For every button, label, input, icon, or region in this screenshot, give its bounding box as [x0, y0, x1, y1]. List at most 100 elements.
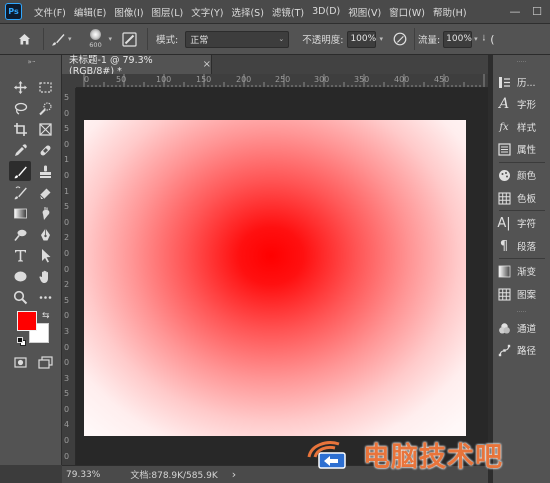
- smoothing-icon[interactable]: (: [490, 33, 494, 46]
- paths-icon: [497, 343, 511, 357]
- ruler-h-label: 350: [354, 75, 370, 84]
- document-tab[interactable]: 未标题-1 @ 79.3%(RGB/8#) * ×: [62, 55, 212, 77]
- ruler-v-digit: 3: [64, 326, 70, 336]
- crop-tool-icon[interactable]: [9, 119, 31, 139]
- panel-character[interactable]: A| 字符: [493, 212, 550, 234]
- panel-swatches[interactable]: 色板: [493, 187, 550, 209]
- move-tool-icon[interactable]: [9, 77, 31, 97]
- pen-tool-icon[interactable]: [34, 224, 56, 244]
- ruler-origin[interactable]: [62, 74, 76, 88]
- flow-dropdown-icon[interactable]: ▾: [474, 35, 478, 43]
- menu-filter[interactable]: 滤镜(T): [268, 5, 308, 19]
- panel-dock-grip[interactable]: ·····: [493, 59, 550, 66]
- menu-view[interactable]: 视图(V): [344, 5, 385, 19]
- dodge-tool-icon[interactable]: [9, 224, 31, 244]
- quick-selection-tool-icon[interactable]: [34, 98, 56, 118]
- watermark: 电脑技术吧: [305, 432, 550, 477]
- opacity-dropdown-icon[interactable]: ▾: [379, 35, 383, 43]
- menu-select[interactable]: 选择(S): [227, 5, 267, 19]
- opacity-input[interactable]: 100%: [347, 30, 377, 48]
- panel-divider: [499, 162, 545, 163]
- document-size-info[interactable]: 文档:878.9K/585.9K: [130, 468, 217, 481]
- ruler-v-digit: 0: [64, 342, 70, 352]
- panel-patterns[interactable]: 图案: [493, 283, 550, 305]
- horizontal-ruler[interactable]: 0 50 100 150 200 250 300 350 400 450: [76, 74, 488, 88]
- menu-type[interactable]: 文字(Y): [187, 5, 227, 19]
- panel-history[interactable]: 历...: [493, 71, 550, 93]
- document-canvas[interactable]: [84, 120, 466, 436]
- ellipse-tool-icon[interactable]: [9, 266, 31, 286]
- default-colors-icon[interactable]: [17, 337, 26, 346]
- eyedropper-tool-icon[interactable]: [9, 140, 31, 160]
- panel-channels[interactable]: 通道: [493, 317, 550, 339]
- maximize-button[interactable]: ☐: [528, 3, 546, 19]
- type-icon: A|: [497, 215, 511, 231]
- opacity-value: 100%: [350, 34, 377, 44]
- lasso-tool-icon[interactable]: [9, 98, 31, 118]
- healing-brush-tool-icon[interactable]: [34, 140, 56, 160]
- close-icon[interactable]: ×: [203, 59, 211, 70]
- home-icon[interactable]: [15, 30, 33, 48]
- menu-layer[interactable]: 图层(L): [148, 5, 188, 19]
- watermark-text: 电脑技术吧: [363, 442, 503, 473]
- ruler-v-digit: 1: [64, 186, 70, 196]
- marquee-tool-icon[interactable]: [34, 77, 56, 97]
- panel-styles[interactable]: fx 样式: [493, 116, 550, 138]
- screen-mode-icon[interactable]: [34, 352, 56, 372]
- panel-color[interactable]: 颜色: [493, 164, 550, 186]
- brush-tool-preset-icon[interactable]: ▾: [50, 31, 72, 47]
- hand-tool-icon[interactable]: [34, 266, 56, 286]
- menu-help[interactable]: 帮助(H): [429, 5, 471, 19]
- ruler-h-label: 0: [84, 75, 90, 84]
- minimize-button[interactable]: —: [506, 3, 524, 19]
- ruler-v-digit: 0: [64, 311, 70, 321]
- panel-paths[interactable]: 路径: [493, 339, 550, 361]
- ruler-v-digit: 2: [64, 233, 70, 243]
- brush-tool-icon[interactable]: [9, 161, 31, 181]
- ruler-v-digit: 0: [64, 358, 70, 368]
- menu-file[interactable]: 文件(F): [30, 5, 70, 19]
- brush-tip-preview: [90, 29, 102, 40]
- brush-settings-panel-icon[interactable]: [122, 31, 137, 47]
- panel-paragraph[interactable]: ¶ 段落: [493, 235, 550, 257]
- path-selection-tool-icon[interactable]: [34, 245, 56, 265]
- panel-properties[interactable]: 属性: [493, 138, 550, 160]
- brush-preset-dropdown-icon[interactable]: ▾: [109, 35, 113, 43]
- panel-patterns-label: 图案: [517, 290, 537, 301]
- tools-collapse-icon[interactable]: » ··: [4, 58, 58, 66]
- zoom-tool-icon[interactable]: [9, 287, 31, 307]
- swap-colors-icon[interactable]: ⇆: [42, 311, 50, 321]
- quick-mask-icon[interactable]: [9, 352, 31, 372]
- paragraph-icon: ¶: [499, 238, 509, 254]
- pressure-opacity-icon[interactable]: [393, 32, 407, 46]
- character-icon: A: [498, 96, 510, 112]
- status-menu-arrow-icon[interactable]: ›: [232, 468, 236, 481]
- frame-tool-icon[interactable]: [34, 119, 56, 139]
- smudge-tool-icon[interactable]: [34, 203, 56, 223]
- menu-image[interactable]: 图像(I): [110, 5, 147, 19]
- panel-dock-grip[interactable]: ·····: [493, 309, 550, 316]
- mode-select[interactable]: 正常 ⌄: [185, 30, 290, 48]
- airbrush-icon[interactable]: ᛍ: [481, 33, 488, 46]
- gradient-tool-icon[interactable]: [9, 203, 31, 223]
- menu-window[interactable]: 窗口(W): [385, 5, 429, 19]
- brush-preset-picker[interactable]: 600: [84, 29, 108, 49]
- history-brush-tool-icon[interactable]: [9, 182, 31, 202]
- clone-stamp-tool-icon[interactable]: [34, 161, 56, 181]
- flow-input[interactable]: 100%: [443, 30, 473, 48]
- menu-3d[interactable]: 3D(D): [308, 6, 344, 17]
- menu-edit[interactable]: 编辑(E): [70, 5, 110, 19]
- foreground-color-swatch[interactable]: [17, 311, 37, 331]
- eraser-tool-icon[interactable]: [34, 182, 56, 202]
- panel-gradients[interactable]: 渐变: [493, 260, 550, 282]
- type-tool-icon[interactable]: [9, 245, 31, 265]
- zoom-level[interactable]: 79.33%: [66, 470, 100, 480]
- ruler-h-label: 250: [275, 75, 291, 84]
- panel-properties-label: 属性: [517, 145, 537, 156]
- panel-glyphs[interactable]: A 字形: [493, 93, 550, 115]
- vertical-ruler[interactable]: 5 0 5 0 1 0 1 5 0 2 0 0 2 5 0 3 0 0 3 5 …: [62, 88, 76, 465]
- mode-value: 正常: [190, 35, 209, 46]
- edit-toolbar-icon[interactable]: [34, 287, 56, 307]
- tab-strip: [212, 55, 488, 74]
- ruler-v-digit: 0: [64, 404, 70, 414]
